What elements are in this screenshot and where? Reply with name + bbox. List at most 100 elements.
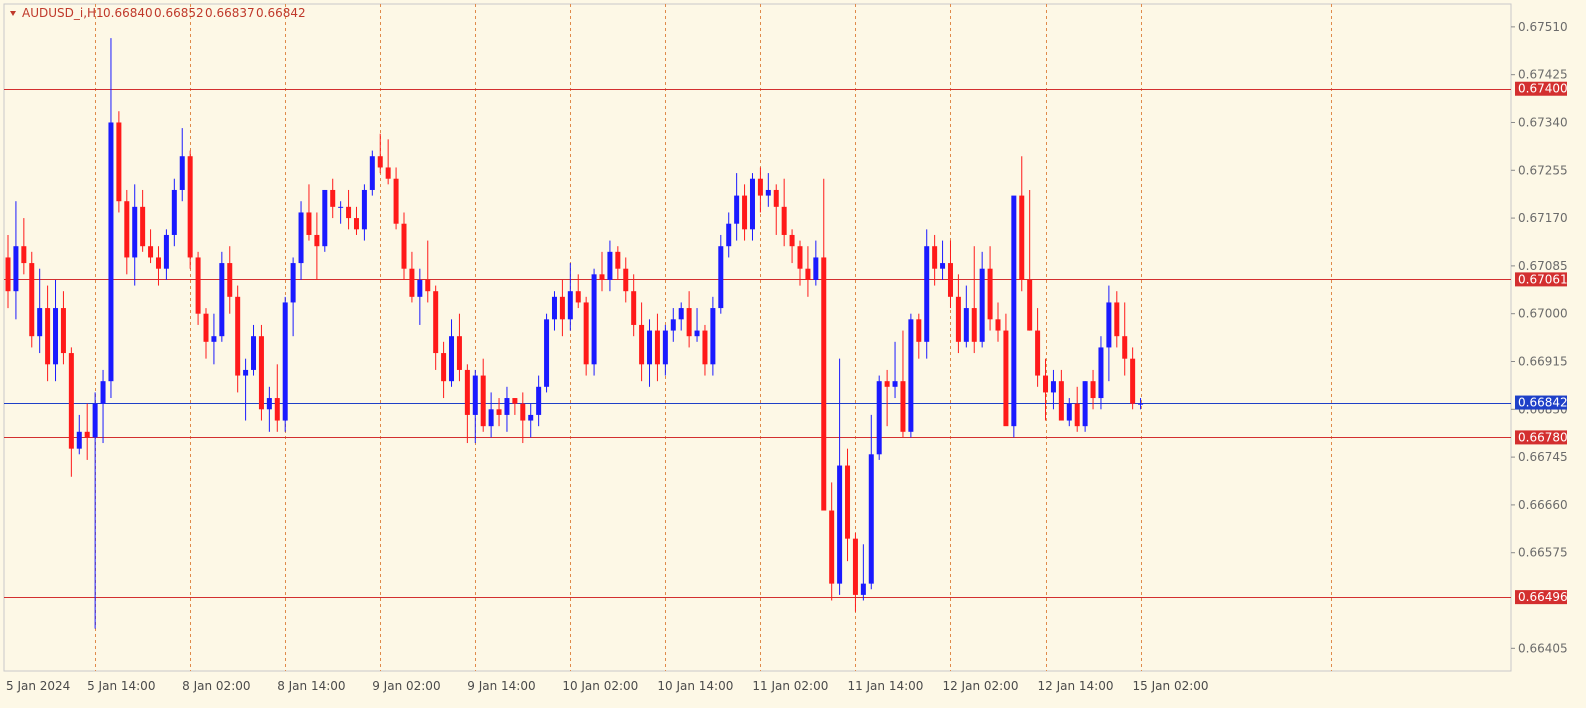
y-tick-label-1: 0.67425	[1518, 68, 1568, 82]
candle-body	[108, 122, 114, 382]
candle-body	[441, 353, 447, 382]
y-tick-label-12: 0.66405	[1518, 641, 1568, 655]
candle-body	[203, 313, 209, 342]
candle-body	[1106, 302, 1112, 348]
candle-body	[702, 330, 708, 365]
candle-body	[68, 353, 74, 449]
candle-body	[512, 398, 518, 404]
candle-136	[1082, 381, 1088, 432]
candle-body	[124, 201, 130, 258]
candle-body	[797, 246, 803, 269]
candle-body	[409, 268, 415, 297]
y-tick-label-2: 0.67340	[1518, 115, 1568, 129]
time-axis: 5 Jan 2024 5 Jan 14:00 8 Jan 02:00 8 Jan 14…	[6, 679, 1209, 693]
x-tick-label-1: 5 Jan 14:00	[87, 679, 155, 693]
x-tick-label-6: 10 Jan 02:00	[562, 679, 638, 693]
chart-header: AUDUSD_i,H1 0.66840 0.66852 0.66837 0.66…	[10, 6, 306, 20]
x-tick-label-2: 8 Jan 02:00	[182, 679, 250, 693]
candle-body	[995, 319, 1001, 331]
candle-body	[686, 308, 692, 337]
candle-body	[298, 212, 304, 264]
candle-body	[860, 583, 866, 595]
candle-body	[425, 279, 431, 292]
candle-14	[116, 111, 122, 213]
candle-body	[615, 251, 621, 269]
candle-body	[591, 274, 597, 365]
candle-body	[393, 178, 399, 224]
candle-body	[1050, 381, 1056, 393]
candle-body	[100, 381, 106, 404]
x-tick-label-4: 9 Jan 02:00	[372, 679, 440, 693]
candle-body	[900, 381, 906, 432]
price-axis: 0.67510 0.67425 0.67340 0.67255 0.67170 0.670…	[1511, 20, 1568, 655]
candle-74	[591, 268, 597, 376]
candle-body	[504, 398, 510, 415]
candle-body	[1027, 279, 1033, 331]
candle-body	[274, 398, 280, 421]
candle-body	[361, 189, 367, 230]
candle-body	[955, 296, 961, 342]
candle-body	[13, 246, 19, 292]
candle-body	[773, 189, 779, 207]
candle-body	[837, 465, 843, 584]
candle-body	[369, 156, 375, 190]
candle-body	[227, 263, 233, 297]
candle-body	[567, 291, 573, 320]
price-marker-label: 0.67400	[1518, 82, 1568, 96]
candle-body	[718, 246, 724, 309]
y-tick-label-11: 0.66575	[1518, 546, 1568, 560]
candle-body	[235, 296, 241, 376]
candle-body	[947, 263, 953, 297]
candle-body	[195, 257, 201, 314]
chart-area[interactable]: 0.67510 0.67425 0.67340 0.67255 0.67170 0.670…	[0, 0, 1586, 708]
candle-35	[282, 296, 288, 432]
candle-body	[940, 263, 946, 269]
candle-body	[116, 122, 122, 202]
candle-68	[544, 313, 550, 393]
candle-body	[306, 212, 312, 235]
candle-32	[258, 324, 264, 421]
candle-body	[1074, 403, 1080, 427]
candle-body	[243, 369, 249, 376]
symbol-title: AUDUSD_i,H1	[22, 6, 104, 20]
candle-body	[654, 330, 660, 365]
candle-body	[963, 308, 969, 342]
candle-body	[599, 274, 605, 280]
candle-body	[987, 268, 993, 320]
y-tick-label-3: 0.67255	[1518, 163, 1568, 177]
candle-body	[607, 251, 613, 280]
candle-body	[1066, 403, 1072, 421]
candle-body	[852, 538, 858, 595]
candle-body	[5, 257, 11, 292]
candle-body	[662, 330, 668, 365]
candle-body	[53, 308, 59, 365]
candle-body	[884, 381, 890, 387]
candle-73	[583, 296, 589, 376]
candle-body	[29, 263, 35, 337]
candle-body	[813, 257, 819, 280]
candle-body	[845, 465, 851, 539]
candle-body	[670, 319, 676, 331]
candle-body	[496, 409, 502, 415]
candle-body	[401, 223, 407, 269]
candle-27	[219, 251, 225, 342]
candle-body	[876, 381, 882, 455]
candle-body	[385, 167, 391, 179]
candle-body	[631, 291, 637, 325]
candle-body	[84, 431, 90, 438]
candle-114	[908, 313, 914, 438]
candlestick-chart: 0.67510 0.67425 0.67340 0.67255 0.67170 0.670…	[3, 3, 1568, 693]
candle-body	[1003, 330, 1009, 427]
candle-body	[678, 308, 684, 320]
candle-body	[821, 257, 827, 511]
candle-body	[480, 375, 486, 427]
candle-body	[472, 375, 478, 415]
x-tick-label-5: 9 Jan 14:00	[467, 679, 535, 693]
candle-23	[187, 150, 193, 269]
candle-body	[551, 296, 557, 320]
candle-body	[805, 268, 811, 280]
candle-body	[757, 178, 763, 196]
x-tick-label-9: 11 Jan 14:00	[847, 679, 923, 693]
y-tick-label-5: 0.67085	[1518, 259, 1568, 273]
x-tick-label-3: 8 Jan 14:00	[277, 679, 345, 693]
